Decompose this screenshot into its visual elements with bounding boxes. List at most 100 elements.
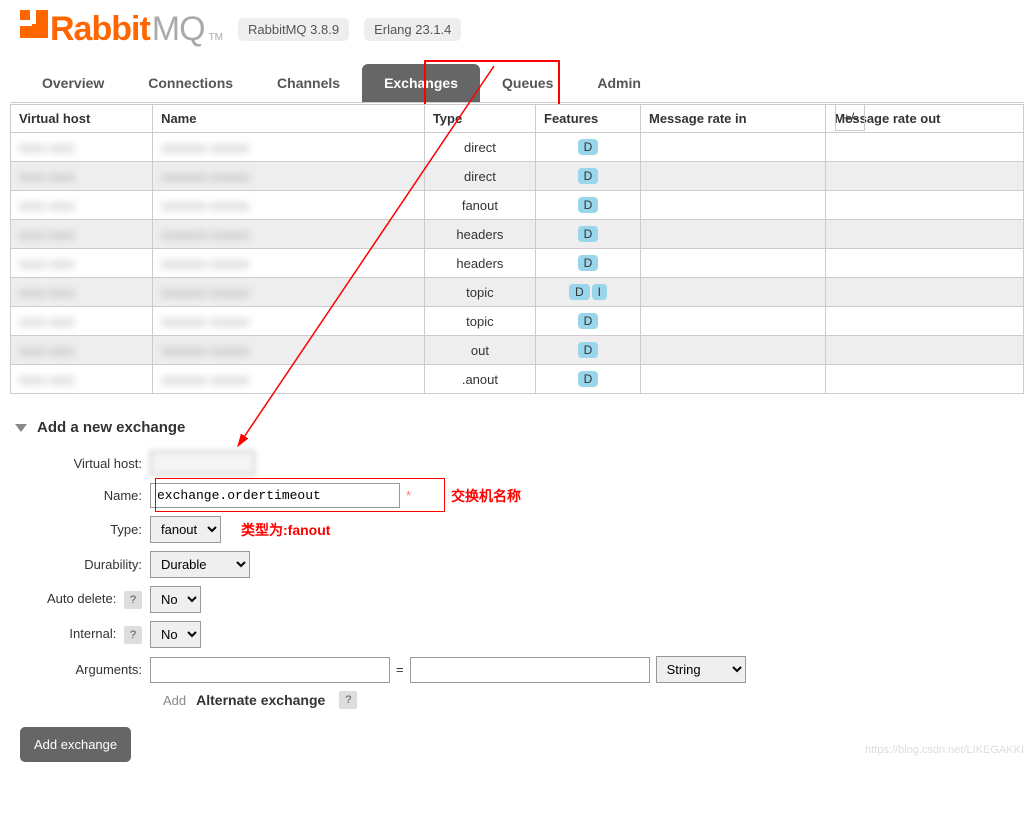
help-icon[interactable]: ? bbox=[339, 691, 357, 709]
equals-sign: = bbox=[396, 662, 404, 677]
argument-value-input[interactable] bbox=[410, 657, 650, 683]
th-vhost[interactable]: Virtual host bbox=[11, 105, 153, 133]
type-select[interactable]: fanout bbox=[150, 516, 221, 543]
cell-vhost: xxxx xxxx bbox=[11, 307, 153, 336]
tabs: Overview Connections Channels Exchanges … bbox=[10, 64, 1024, 103]
add-exchange-button[interactable]: Add exchange bbox=[20, 727, 131, 762]
table-row: xxxx xxxxxxxxxxx xxxxxxdirect D bbox=[11, 133, 1024, 162]
tab-queues[interactable]: Queues bbox=[480, 64, 575, 102]
table-row: xxxx xxxxxxxxxxx xxxxxxtopic D bbox=[11, 307, 1024, 336]
cell-features: D bbox=[536, 162, 641, 191]
feature-badge: D bbox=[578, 226, 599, 242]
cell-vhost: xxxx xxxx bbox=[11, 133, 153, 162]
cell-type: headers bbox=[424, 220, 535, 249]
chevron-down-icon bbox=[15, 424, 27, 432]
cell-rate-out bbox=[826, 191, 1024, 220]
columns-toggle[interactable]: +/- bbox=[835, 104, 865, 131]
tab-exchanges[interactable]: Exchanges bbox=[362, 64, 480, 102]
help-icon[interactable]: ? bbox=[124, 626, 142, 644]
autodelete-label: Auto delete: ? bbox=[15, 591, 150, 609]
cell-rate-in bbox=[641, 133, 826, 162]
feature-badge: D bbox=[578, 255, 599, 271]
argument-type-select[interactable]: String bbox=[656, 656, 746, 683]
help-icon[interactable]: ? bbox=[124, 591, 142, 609]
cell-rate-in bbox=[641, 307, 826, 336]
internal-label: Internal: ? bbox=[15, 626, 150, 644]
cell-features: DI bbox=[536, 278, 641, 307]
exchanges-table-wrap: Virtual host Name Type Features Message … bbox=[10, 104, 1024, 394]
feature-badge: D bbox=[578, 342, 599, 358]
cell-type: out bbox=[424, 336, 535, 365]
logo-text-rabbit: Rabbit bbox=[50, 10, 150, 49]
internal-select[interactable]: No bbox=[150, 621, 201, 648]
cell-name[interactable]: xxxxxxx xxxxxx bbox=[153, 249, 425, 278]
cell-vhost: xxxx xxxx bbox=[11, 162, 153, 191]
section-header[interactable]: Add a new exchange bbox=[15, 419, 1024, 436]
feature-badge: D bbox=[578, 197, 599, 213]
table-row: xxxx xxxxxxxxxxx xxxxxx.anoutD bbox=[11, 365, 1024, 394]
cell-vhost: xxxx xxxx bbox=[11, 220, 153, 249]
name-label: Name: bbox=[15, 488, 150, 503]
vhost-select[interactable] bbox=[150, 451, 255, 475]
autodelete-select[interactable]: No bbox=[150, 586, 201, 613]
tab-channels[interactable]: Channels bbox=[255, 64, 362, 102]
logo[interactable]: Rabbit MQ TM bbox=[20, 10, 223, 49]
tab-connections[interactable]: Connections bbox=[126, 64, 255, 102]
cell-type: direct bbox=[424, 133, 535, 162]
cell-rate-in bbox=[641, 336, 826, 365]
tab-admin[interactable]: Admin bbox=[575, 64, 663, 102]
table-header-row: Virtual host Name Type Features Message … bbox=[11, 105, 1024, 133]
cell-vhost: xxxx xxxx bbox=[11, 278, 153, 307]
cell-vhost: xxxx xxxx bbox=[11, 249, 153, 278]
annotation-type: 类型为:fanout bbox=[241, 520, 330, 540]
cell-name[interactable]: xxxxxxx xxxxxx bbox=[153, 365, 425, 394]
cell-name[interactable]: xxxxxxx xxxxxx bbox=[153, 133, 425, 162]
logo-text-mq: MQ bbox=[152, 10, 205, 49]
cell-rate-in bbox=[641, 278, 826, 307]
logo-tm: TM bbox=[209, 32, 223, 43]
tab-overview[interactable]: Overview bbox=[20, 64, 126, 102]
name-input[interactable] bbox=[150, 483, 400, 508]
cell-vhost: xxxx xxxx bbox=[11, 336, 153, 365]
cell-features: D bbox=[536, 336, 641, 365]
logo-icon bbox=[20, 10, 48, 38]
cell-name[interactable]: xxxxxxx xxxxxx bbox=[153, 191, 425, 220]
cell-name[interactable]: xxxxxxx xxxxxx bbox=[153, 220, 425, 249]
argument-key-input[interactable] bbox=[150, 657, 390, 683]
th-type[interactable]: Type bbox=[424, 105, 535, 133]
th-features[interactable]: Features bbox=[536, 105, 641, 133]
exchanges-table: Virtual host Name Type Features Message … bbox=[10, 104, 1024, 394]
feature-badge: D bbox=[578, 313, 599, 329]
name-mandatory: * bbox=[406, 488, 411, 503]
cell-type: topic bbox=[424, 278, 535, 307]
cell-rate-in bbox=[641, 365, 826, 394]
table-row: xxxx xxxxxxxxxxx xxxxxxfanout D bbox=[11, 191, 1024, 220]
cell-type: topic bbox=[424, 307, 535, 336]
cell-rate-in bbox=[641, 162, 826, 191]
add-exchange-section: Add a new exchange Virtual host: Name: *… bbox=[10, 419, 1024, 762]
cell-type: .anout bbox=[424, 365, 535, 394]
th-name[interactable]: Name bbox=[153, 105, 425, 133]
table-row: xxxx xxxxxxxxxxx xxxxxxout D bbox=[11, 336, 1024, 365]
cell-vhost: xxxx xxxx bbox=[11, 191, 153, 220]
feature-badge: D bbox=[578, 168, 599, 184]
alternate-exchange-button[interactable]: Alternate exchange bbox=[196, 692, 325, 708]
durability-select[interactable]: Durable bbox=[150, 551, 250, 578]
cell-name[interactable]: xxxxxxx xxxxxx bbox=[153, 307, 425, 336]
feature-badge: D bbox=[578, 139, 599, 155]
cell-name[interactable]: xxxxxxx xxxxxx bbox=[153, 278, 425, 307]
table-row: xxxx xxxxxxxxxxx xxxxxxdirect D bbox=[11, 162, 1024, 191]
vhost-label: Virtual host: bbox=[15, 456, 150, 471]
cell-type: headers bbox=[424, 249, 535, 278]
th-rate-in[interactable]: Message rate in bbox=[641, 105, 826, 133]
cell-name[interactable]: xxxxxxx xxxxxx bbox=[153, 162, 425, 191]
watermark: https://blog.csdn.net/LIKEGAKKI bbox=[865, 744, 1024, 756]
add-argument-label: Add bbox=[163, 693, 186, 708]
version-rabbitmq: RabbitMQ 3.8.9 bbox=[238, 18, 349, 41]
cell-type: direct bbox=[424, 162, 535, 191]
version-erlang: Erlang 23.1.4 bbox=[364, 18, 461, 41]
cell-name[interactable]: xxxxxxx xxxxxx bbox=[153, 336, 425, 365]
cell-rate-out bbox=[826, 278, 1024, 307]
durability-label: Durability: bbox=[15, 557, 150, 572]
cell-type: fanout bbox=[424, 191, 535, 220]
